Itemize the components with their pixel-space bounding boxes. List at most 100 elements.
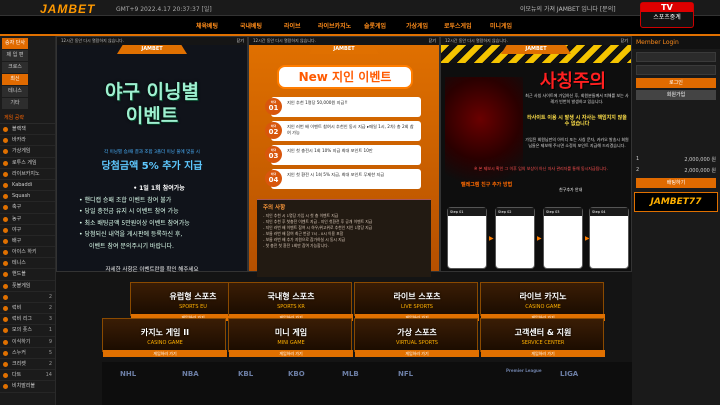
sidebar-item[interactable]: 이식하기 9 xyxy=(0,337,55,348)
league-logo-kbl: KBL xyxy=(238,370,254,378)
password-field[interactable] xyxy=(636,65,716,75)
sidebar-item[interactable]: 가상게임 xyxy=(0,146,55,158)
login-button[interactable]: 로그인 xyxy=(636,78,716,88)
sidebar-item-label: 축구 xyxy=(12,204,22,211)
sidebar-item[interactable]: 배구 xyxy=(0,236,55,248)
username-field[interactable] xyxy=(636,52,716,62)
game-tile[interactable]: 라이브 스포츠LIVE SPORTS게임하러 가기 xyxy=(354,282,479,321)
sidebar-item[interactable]: 스누커 5 xyxy=(0,348,55,359)
nav-item-mini[interactable]: 미니게임 xyxy=(490,21,512,30)
hide-12h-label[interactable]: 12시간 동안 다시 열람하지 않습니다. xyxy=(61,38,124,43)
game-tile[interactable]: 미니 게임 MINI GAME 게임하러 가기 xyxy=(228,318,353,357)
popup-body: JAMBET 사칭주의 최근 사칭 사이트에 가입하신 후, 회원분들께서 피해… xyxy=(441,45,631,271)
sidebar-item[interactable]: 야구 xyxy=(0,225,55,236)
right-sidebar: Member Login 로그인 회원가입 1 2,000,000 원 2 2,00… xyxy=(632,36,720,405)
sidebar-item-label: 스누커 xyxy=(12,349,26,356)
signup-button[interactable]: 회원가입 xyxy=(636,90,716,100)
jambet-banner[interactable]: JAMBET77 xyxy=(634,192,718,212)
add-friend-label: 친구추가 안내 xyxy=(559,187,583,192)
event-footer: 자세한 사항은 이벤트란을 확인 해주세요 xyxy=(105,267,199,273)
nav-item-sports[interactable]: 체육베팅 xyxy=(196,21,218,30)
sidebar-item[interactable]: 블랙잭 xyxy=(0,124,55,136)
step-card: Step 04 xyxy=(589,207,629,269)
nav-item-slot[interactable]: 슬롯게임 xyxy=(364,21,386,30)
sidebar-tab[interactable]: 최신 xyxy=(2,74,28,85)
sidebar-item-label: Squash xyxy=(12,193,31,200)
sidebar-item-label: 테니스 xyxy=(12,260,26,267)
nav-item-live[interactable]: 라이브 xyxy=(284,21,301,30)
rule-line: • 최소 배팅금액 5만원이상 이벤트 참여가능 xyxy=(79,219,190,227)
sidebar-item[interactable]: 럭비 리그 3 xyxy=(0,314,55,326)
benefit-text: 지인 추천 1명당 50,000원 지급!! xyxy=(287,100,348,105)
sidebar-item[interactable]: 럭비 2 xyxy=(0,303,55,315)
left-sidebar: 승자 단사 제 입 편 크로스 최신 테니스 기타 게임 공략 블랙잭 바카라 가상… xyxy=(0,36,56,405)
sidebar-tab[interactable]: 승자 단사 xyxy=(2,38,28,49)
event-reward: 당첨금액 5% 추가 지급 xyxy=(101,161,203,172)
sidebar-item[interactable]: 테니스 xyxy=(0,258,55,270)
sidebar-item[interactable]: 모의 풋스 1 xyxy=(0,325,55,337)
sidebar-item[interactable]: Squash xyxy=(0,191,55,203)
popup-body: JAMBET 야구 이닝별 이벤트 각 이닝별 승/패 결과 조합 3폴더 이닝… xyxy=(57,45,247,273)
game-tile[interactable]: 국내형 스포츠SPORTS KR게임하러 가기 xyxy=(228,282,353,321)
sidebar-item[interactable]: 풋볼게임 xyxy=(0,281,55,292)
sport-icon xyxy=(3,216,8,222)
sidebar-tab[interactable]: 크로스 xyxy=(2,62,28,73)
sidebar-item-label: 농구 xyxy=(12,215,22,222)
popup-brand: JAMBET xyxy=(309,45,379,54)
sidebar-item[interactable]: 2 xyxy=(0,292,55,303)
game-tile[interactable]: 가상 스포츠 VIRTUAL SPORTS 게임하러 가기 xyxy=(354,318,479,357)
tile-button[interactable]: 게임하러 가기 xyxy=(103,350,227,357)
sport-icon xyxy=(3,294,8,300)
close-button[interactable]: 닫기 xyxy=(237,37,244,45)
sidebar-item[interactable]: 아이스 하키 xyxy=(0,247,55,259)
nav-item-domestic[interactable]: 국내베팅 xyxy=(240,21,262,30)
sidebar-item[interactable]: 핸드볼 xyxy=(0,269,55,281)
popup-phishing-warning: 12시간 동안 다시 열람하지 않습니다. 닫기 JAMBET 사칭주의 최근 … xyxy=(440,36,632,272)
warning-highlight: 타사이트 이용 시 발생 시 자사는 책임지지 않을 수 없습니다 xyxy=(527,115,627,128)
tile-button[interactable]: 게임하러 가기 xyxy=(229,350,353,357)
site-logo[interactable]: JAMBET xyxy=(40,2,95,16)
hide-12h-label[interactable]: 12시간 동안 다시 열람하지 않습니다. xyxy=(253,38,316,43)
benefit-item: 혜택 01 지인 추천 1명당 50,000원 지급!! xyxy=(265,97,421,117)
close-button[interactable]: 닫기 xyxy=(429,37,436,45)
nav-item-virtual[interactable]: 가상게임 xyxy=(406,21,428,30)
sidebar-item[interactable]: Kabaddi xyxy=(0,180,55,192)
top-bar: JAMBET GMT+9 2022.4.17 20:37:37 [일] 이모뉴의… xyxy=(0,0,720,16)
game-tile[interactable]: 고객센터 & 지원 SERVICE CENTER 게임하러 가기 xyxy=(480,318,605,357)
sidebar-item-label: 비치발리볼 xyxy=(12,383,36,390)
sidebar-item[interactable]: 크리켓 2 xyxy=(0,359,55,371)
tile-button[interactable]: 게임하러 가기 xyxy=(355,350,479,357)
league-logo-premier: Premier League xyxy=(506,368,542,373)
close-button[interactable]: 닫기 xyxy=(621,37,628,45)
nav-item-live-casino[interactable]: 라이브카지노 xyxy=(318,21,351,30)
nav-item-lotus[interactable]: 로투스게임 xyxy=(444,21,472,30)
hide-12h-label[interactable]: 12시간 동안 다시 열람하지 않습니다. xyxy=(445,38,508,43)
sidebar-item[interactable]: 다트 14 xyxy=(0,370,55,382)
benefit-text: 지인 첫 환전 시 1회 5% 지급, 최대 포인트 무제한 지급 xyxy=(287,172,385,177)
popup-header: 12시간 동안 다시 열람하지 않습니다. 닫기 xyxy=(57,37,247,45)
sport-icon xyxy=(3,227,8,233)
sidebar-item[interactable]: 라이브카지노 xyxy=(0,169,55,180)
sidebar-item-label: 럭비 xyxy=(12,305,22,311)
sidebar-item-count: 9 xyxy=(48,338,52,345)
sidebar-item[interactable]: 축구 xyxy=(0,202,55,214)
game-grid: 유럽형 스포츠SPORTS EU게임하러 가기 국내형 스포츠SPORTS KR… xyxy=(102,282,632,357)
sidebar-tab[interactable]: 기타 xyxy=(2,98,28,109)
tile-button[interactable]: 게임하러 가기 xyxy=(481,350,605,357)
sidebar-item[interactable]: 비치발리볼 xyxy=(0,381,55,393)
sidebar-section-title: 게임 공략 xyxy=(0,112,55,124)
notice-box: 주의 사항 - 지인 추천 시 1명당 가입 시 첫 충 이벤트 지급 - 지인… xyxy=(257,199,431,277)
sidebar-item[interactable]: 농구 xyxy=(0,214,55,225)
bet-button[interactable]: 배팅하기 xyxy=(636,178,716,188)
game-tile[interactable]: 라이브 카지노CASINO GAME게임하러 가기 xyxy=(480,282,605,321)
tv-broadcast-button[interactable]: TV 스포츠중계 xyxy=(640,2,694,28)
sidebar-tab[interactable]: 제 입 편 xyxy=(2,50,28,61)
sidebar-item[interactable]: 로투스 게임 xyxy=(0,158,55,169)
sidebar-item[interactable]: 바카라 xyxy=(0,135,55,147)
benefit-item: 혜택 03 지인 첫 충전시 1회 10% 지급 최대 포인트 10만 xyxy=(265,145,421,165)
rule-line: • 당첨되신 내역을 게시판에 등록하신 후, xyxy=(79,231,183,238)
sport-icon xyxy=(3,149,8,155)
step-card: Step 03 xyxy=(543,207,583,269)
game-tile[interactable]: 카지노 게임 II CASINO GAME 게임하러 가기 xyxy=(102,318,227,357)
sidebar-tab[interactable]: 테니스 xyxy=(2,86,28,97)
